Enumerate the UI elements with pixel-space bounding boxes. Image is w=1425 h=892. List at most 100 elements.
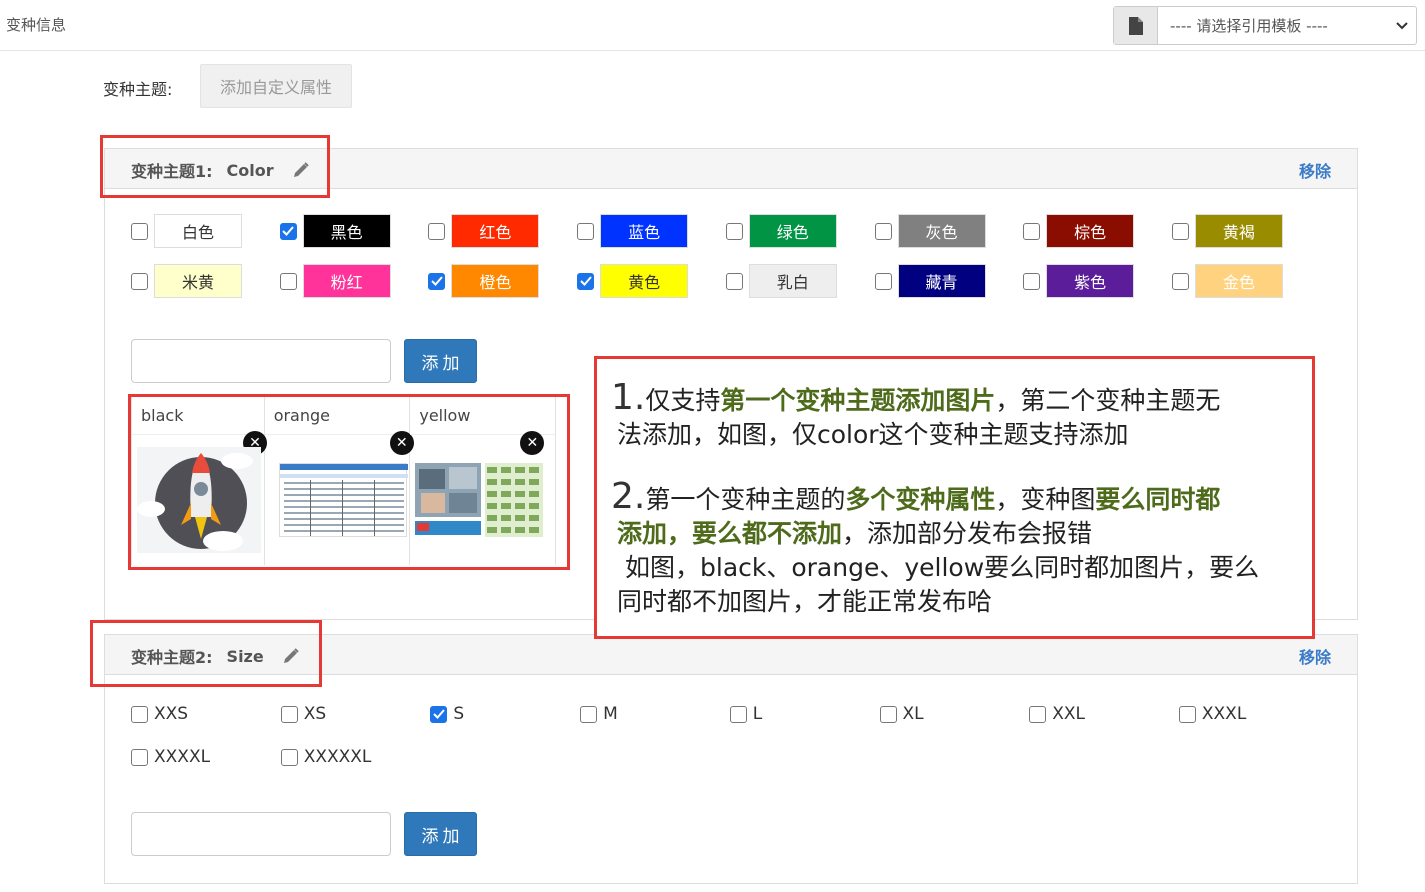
color-checkbox[interactable] bbox=[428, 222, 446, 240]
chevron-down-icon bbox=[1388, 7, 1416, 44]
close-icon[interactable]: ✕ bbox=[520, 431, 545, 455]
color-option[interactable]: 绿色 bbox=[725, 214, 837, 248]
size-label: XXXXXL bbox=[303, 747, 372, 767]
size-option[interactable]: XXXXL bbox=[131, 747, 210, 767]
color-options: 白色 黑色 红色 蓝色 绿色 灰色 棕色 黄褐米黄 粉红 橙色 黄色 乳白 藏青 紫色 金色 bbox=[131, 214, 1301, 304]
custom-color-input[interactable] bbox=[131, 339, 391, 383]
annotation-text: ，变种图 bbox=[995, 485, 1096, 514]
color-option[interactable]: 紫色 bbox=[1023, 264, 1135, 298]
annotation-point-1: 1.仅支持第一个变种主题添加图片，第二个变种主题无 bbox=[611, 380, 1312, 418]
panel2-title-highlight bbox=[90, 620, 322, 687]
color-option[interactable]: 黄色 bbox=[577, 264, 689, 298]
size-checkbox[interactable] bbox=[131, 705, 148, 723]
color-option[interactable]: 金色 bbox=[1171, 264, 1283, 298]
color-option[interactable]: 米黄 bbox=[131, 264, 242, 298]
template-select[interactable]: ---- 请选择引用模板 ---- bbox=[1113, 6, 1417, 45]
remove-link[interactable]: 移除 bbox=[1299, 644, 1331, 668]
color-checkbox[interactable] bbox=[131, 222, 148, 240]
annotation-point-2: 2.第一个变种主题的多个变种属性，变种图要么同时都 bbox=[611, 479, 1312, 517]
size-checkbox[interactable] bbox=[580, 705, 598, 723]
size-option[interactable]: XXXL bbox=[1178, 704, 1246, 724]
document-icon bbox=[1114, 7, 1158, 44]
variant-image-card: orange ✕ bbox=[264, 397, 414, 565]
annotation-line: 如图，black、orange、yellow要么同时都加图片，要么 bbox=[625, 553, 1260, 582]
annotation-highlight: 多个变种属性 bbox=[845, 485, 996, 514]
annotation-text: 仅支持 bbox=[645, 386, 721, 415]
size-option[interactable]: XL bbox=[879, 704, 924, 724]
size-option[interactable]: M bbox=[580, 704, 618, 724]
color-checkbox[interactable] bbox=[279, 222, 297, 240]
color-checkbox[interactable] bbox=[874, 222, 892, 240]
annotation-highlight: 添加，要么都不添加 bbox=[617, 519, 843, 548]
add-custom-attribute-button[interactable]: 添加自定义属性 bbox=[200, 64, 352, 108]
color-checkbox[interactable] bbox=[725, 272, 743, 290]
size-option[interactable]: XXXXXL bbox=[280, 747, 372, 767]
annotation-line: 添加，要么都不添加，添加部分发布会报错 bbox=[611, 517, 1312, 551]
size-option[interactable]: XS bbox=[280, 704, 327, 724]
size-checkbox[interactable] bbox=[729, 705, 747, 723]
color-checkbox[interactable] bbox=[577, 222, 595, 240]
color-swatch: 绿色 bbox=[748, 214, 837, 248]
variant-image-card: black ✕ bbox=[132, 397, 267, 565]
color-checkbox[interactable] bbox=[1171, 222, 1189, 240]
color-swatch: 米黄 bbox=[154, 264, 242, 298]
color-option[interactable]: 白色 bbox=[131, 214, 242, 248]
size-checkbox[interactable] bbox=[430, 705, 448, 723]
point-number: 2. bbox=[611, 476, 646, 517]
color-swatch: 粉红 bbox=[302, 264, 391, 298]
color-swatch: 棕色 bbox=[1046, 214, 1135, 248]
add-color-button[interactable]: 添加 bbox=[404, 339, 477, 383]
variant-image-card: yellow ✕ bbox=[410, 397, 556, 565]
annotation-text: 第一个变种主题的 bbox=[645, 485, 846, 514]
color-checkbox[interactable] bbox=[279, 272, 297, 290]
color-swatch: 灰色 bbox=[897, 214, 986, 248]
size-checkbox[interactable] bbox=[280, 748, 298, 766]
color-checkbox[interactable] bbox=[1023, 272, 1041, 290]
color-checkbox[interactable] bbox=[725, 222, 743, 240]
size-option[interactable]: XXL bbox=[1029, 704, 1085, 724]
color-option[interactable]: 红色 bbox=[428, 214, 540, 248]
variant-image-label: yellow bbox=[410, 397, 555, 435]
color-option[interactable]: 粉红 bbox=[279, 264, 391, 298]
color-checkbox[interactable] bbox=[577, 272, 595, 290]
size-checkbox[interactable] bbox=[1178, 705, 1196, 723]
annotation-line: 同时都不加图片，才能正常发布哈 bbox=[617, 587, 993, 616]
size-option[interactable]: XXS bbox=[131, 704, 188, 724]
size-label: L bbox=[752, 704, 763, 724]
color-option[interactable]: 黄褐 bbox=[1171, 214, 1283, 248]
color-option[interactable]: 灰色 bbox=[874, 214, 986, 248]
size-checkbox[interactable] bbox=[1029, 705, 1047, 723]
size-label: XL bbox=[902, 704, 924, 724]
color-checkbox[interactable] bbox=[131, 272, 148, 290]
color-checkbox[interactable] bbox=[1023, 222, 1041, 240]
size-checkbox[interactable] bbox=[131, 748, 148, 766]
add-size-button[interactable]: 添加 bbox=[404, 812, 477, 856]
color-option[interactable]: 棕色 bbox=[1023, 214, 1135, 248]
size-label: XXXXL bbox=[154, 747, 211, 767]
color-swatch: 白色 bbox=[154, 214, 242, 248]
variant-images: black ✕ orange ✕ yellow ✕ bbox=[131, 397, 556, 565]
size-label: XXS bbox=[154, 704, 189, 724]
color-option[interactable]: 乳白 bbox=[725, 264, 837, 298]
variant-image-thumbnail bbox=[278, 463, 408, 537]
annotation-line: 法添加，如图，仅color这个变种主题支持添加 bbox=[617, 420, 1129, 449]
size-option[interactable]: S bbox=[430, 704, 464, 724]
size-checkbox[interactable] bbox=[280, 705, 298, 723]
annotation-highlight: 第一个变种主题添加图片 bbox=[720, 386, 996, 415]
color-option[interactable]: 黑色 bbox=[279, 214, 391, 248]
size-label: S bbox=[453, 704, 465, 724]
size-label: XS bbox=[303, 704, 327, 724]
color-checkbox[interactable] bbox=[1171, 272, 1189, 290]
color-checkbox[interactable] bbox=[428, 272, 446, 290]
color-option[interactable]: 蓝色 bbox=[577, 214, 689, 248]
color-checkbox[interactable] bbox=[874, 272, 892, 290]
color-option[interactable]: 藏青 bbox=[874, 264, 986, 298]
color-option[interactable]: 橙色 bbox=[428, 264, 540, 298]
custom-size-input[interactable] bbox=[131, 812, 391, 856]
size-option[interactable]: L bbox=[729, 704, 763, 724]
section-title: 变种信息 bbox=[6, 16, 67, 34]
size-checkbox[interactable] bbox=[879, 705, 897, 723]
remove-link[interactable]: 移除 bbox=[1299, 158, 1331, 182]
annotation-text: ，添加部分发布会报错 bbox=[842, 519, 1093, 548]
annotation-highlight: 要么同时都 bbox=[1095, 485, 1221, 514]
